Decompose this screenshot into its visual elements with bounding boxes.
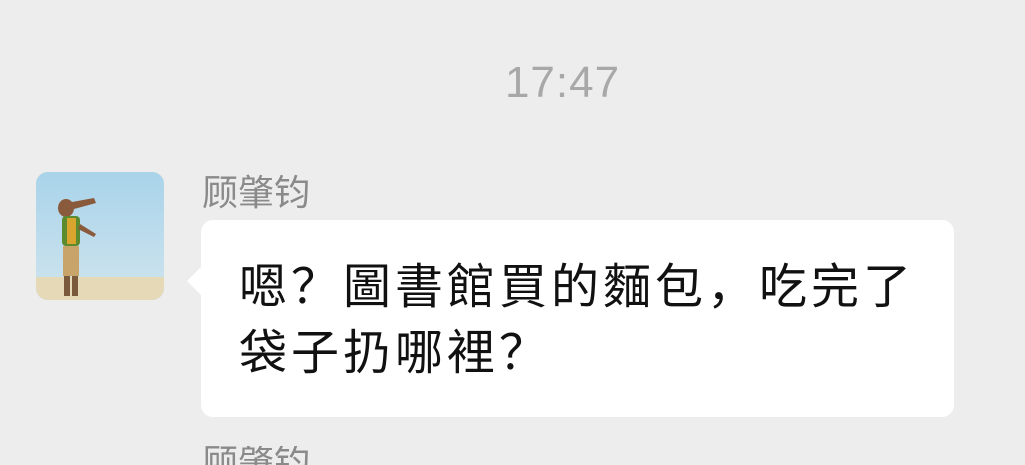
chat-window: 17:47 顾肇钧 嗯？圖書館買的麵包，吃完了袋子扔哪裡？	[0, 0, 1025, 465]
message-text: 嗯？圖書館買的麵包，吃完了袋子扔哪裡？	[239, 259, 916, 381]
avatar[interactable]	[36, 172, 164, 300]
next-sender-name: 顾肇钧	[202, 446, 322, 465]
sender-name: 顾肇钧	[202, 173, 311, 214]
next-message-sender: 顾肇钧	[202, 446, 322, 465]
avatar-photo-icon	[36, 172, 164, 300]
message-timestamp: 17:47	[504, 58, 621, 107]
message-bubble[interactable]: 嗯？圖書館買的麵包，吃完了袋子扔哪裡？	[187, 220, 954, 417]
